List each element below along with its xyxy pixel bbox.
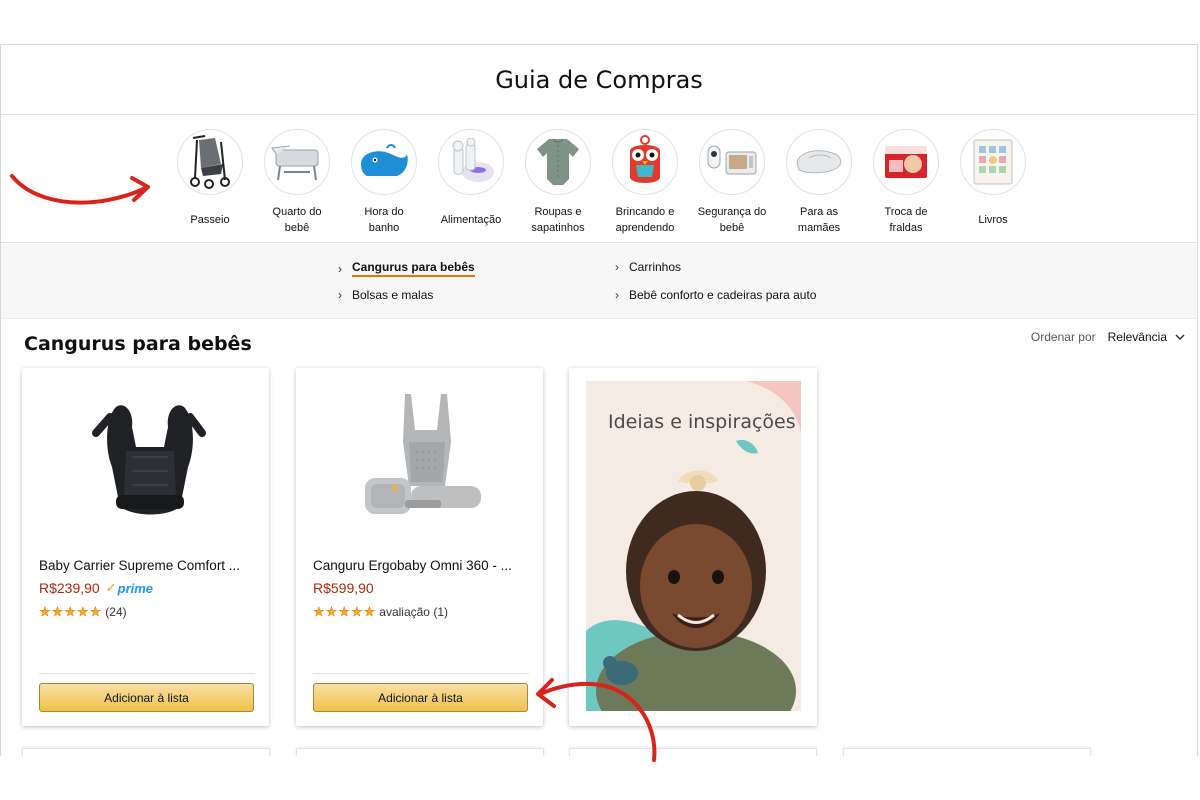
subnav-carrinhos[interactable]: › Carrinhos <box>615 260 681 274</box>
product-title[interactable]: Canguru Ergobaby Omni 360 - ... <box>313 558 529 573</box>
baby-monitor-icon <box>699 129 765 195</box>
review-count: avaliação (1) <box>379 605 448 619</box>
category-livros[interactable]: Livros <box>958 129 1028 237</box>
subnav-bolsas-e-malas[interactable]: › Bolsas e malas <box>338 288 433 302</box>
category-hora-do-banho[interactable]: Hora do banho <box>349 129 419 237</box>
category-label: Alimentação <box>440 214 502 226</box>
product-card[interactable] <box>296 748 544 756</box>
subcategory-nav: › Cangurus para bebês › Bolsas e malas ›… <box>1 244 1197 319</box>
star-rating-icon: ★ ★ ★ ★ ★ <box>313 604 376 619</box>
chevron-down-icon <box>1175 333 1185 340</box>
stroller-icon <box>177 129 243 195</box>
nursing-pillow-icon <box>786 129 852 195</box>
price-row: R$599,90 <box>313 580 374 596</box>
add-to-list-button[interactable]: Adicionar à lista <box>39 683 254 712</box>
category-label: Brincando e aprendendo <box>615 206 675 234</box>
divider <box>313 673 529 674</box>
category-label: Segurança do bebê <box>697 206 767 234</box>
bassinet-icon <box>264 129 330 195</box>
breast-pump-icon <box>438 129 504 195</box>
category-label: Troca de fraldas <box>884 206 928 234</box>
category-brincando-e-aprendendo[interactable]: Brincando e aprendendo <box>610 129 680 237</box>
add-to-list-button[interactable]: Adicionar à lista <box>313 683 528 712</box>
page-title: Guia de Compras <box>495 65 703 94</box>
category-alimentacao[interactable]: Alimentação <box>436 129 506 237</box>
category-label: Quarto do bebê <box>272 206 322 234</box>
product-card[interactable]: Baby Carrier Supreme Comfort ... R$239,9… <box>22 368 269 726</box>
page-header: Guia de Compras <box>1 45 1197 115</box>
baby-bodysuit-icon <box>525 129 591 195</box>
category-passeio[interactable]: Passeio <box>175 129 245 256</box>
category-carousel: Passeio Quarto do bebê Hora do banho Ali… <box>1 115 1197 256</box>
product-card[interactable] <box>22 748 270 756</box>
price-row: R$239,90 ✓ prime <box>39 580 153 596</box>
category-label: Passeio <box>190 214 230 226</box>
star-rating-icon: ★ ★ ★ ★ ★ <box>39 604 102 619</box>
category-para-as-mamaes[interactable]: Para as mamães <box>784 129 854 237</box>
diaper-pack-icon <box>873 129 939 195</box>
sort-label: Ordenar por <box>1030 330 1096 344</box>
subnav-bebe-conforto[interactable]: › Bebê conforto e cadeiras para auto <box>615 288 816 302</box>
category-label: Para as mamães <box>797 206 841 234</box>
product-price: R$599,90 <box>313 580 374 596</box>
divider <box>39 673 255 674</box>
product-title[interactable]: Baby Carrier Supreme Comfort ... <box>39 558 255 573</box>
product-rating[interactable]: ★ ★ ★ ★ ★ (24) <box>39 604 127 620</box>
category-quarto-do-bebe[interactable]: Quarto do bebê <box>262 129 332 237</box>
inspiration-title: Ideias e inspirações <box>608 411 796 433</box>
category-label: Hora do banho <box>364 206 404 234</box>
chevron-right-icon: › <box>338 288 342 302</box>
section-title: Cangurus para bebês <box>24 333 252 355</box>
category-label: Livros <box>978 214 1008 226</box>
shopping-guide-frame: Guia de Compras Passeio Quarto do bebê H… <box>0 44 1198 756</box>
product-card[interactable] <box>569 748 817 756</box>
photo-book-icon <box>960 129 1026 195</box>
whale-bath-toy-icon <box>351 129 417 195</box>
product-rating[interactable]: ★ ★ ★ ★ ★ avaliação (1) <box>313 604 448 620</box>
chevron-right-icon: › <box>615 288 619 302</box>
chevron-right-icon: › <box>615 260 619 274</box>
prime-badge: ✓ prime <box>105 580 154 596</box>
owl-toy-icon <box>612 129 678 195</box>
category-label: Roupas e sapatinhos <box>531 206 585 234</box>
sort-dropdown[interactable]: Relevância <box>1108 330 1185 344</box>
sort-control: Ordenar por Relevância <box>1031 330 1185 344</box>
product-card[interactable] <box>843 748 1091 756</box>
product-card[interactable]: Canguru Ergobaby Omni 360 - ... R$599,90… <box>296 368 543 726</box>
inspiration-card[interactable]: Ideias e inspirações <box>569 368 817 726</box>
category-seguranca-do-bebe[interactable]: Segurança do bebê <box>697 129 767 237</box>
grey-ergobaby-carrier-icon[interactable] <box>296 382 543 532</box>
black-baby-carrier-icon[interactable] <box>22 382 269 532</box>
category-roupas-e-sapatinhos[interactable]: Roupas e sapatinhos <box>523 129 593 237</box>
sort-value: Relevância <box>1107 330 1167 344</box>
chevron-right-icon: › <box>338 261 342 276</box>
category-troca-de-fraldas[interactable]: Troca de fraldas <box>871 129 941 237</box>
subnav-cangurus[interactable]: › Cangurus para bebês <box>338 260 475 277</box>
checkmark-icon: ✓ <box>105 580 117 595</box>
product-price: R$239,90 <box>39 580 100 596</box>
smiling-baby-photo: Ideias e inspirações <box>586 381 801 711</box>
review-count: (24) <box>105 605 127 619</box>
